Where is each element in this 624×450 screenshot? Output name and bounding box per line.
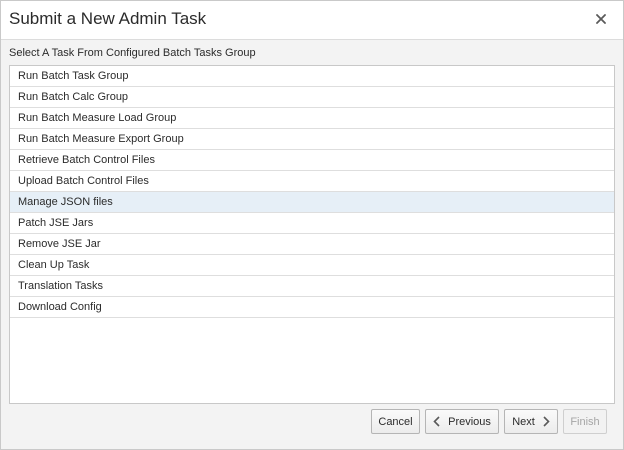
previous-button[interactable]: Previous: [425, 409, 499, 434]
task-list-item[interactable]: Patch JSE Jars: [10, 213, 614, 234]
finish-button-label: Finish: [570, 415, 600, 428]
task-list-item[interactable]: Translation Tasks: [10, 276, 614, 297]
task-list-item[interactable]: Run Batch Measure Load Group: [10, 108, 614, 129]
chevron-right-icon: [543, 416, 550, 427]
task-list[interactable]: Run Batch Task Group Run Batch Calc Group…: [9, 65, 615, 404]
task-list-item[interactable]: Upload Batch Control Files: [10, 171, 614, 192]
cancel-button-label: Cancel: [378, 415, 413, 428]
task-list-item[interactable]: Remove JSE Jar: [10, 234, 614, 255]
task-instruction: Select A Task From Configured Batch Task…: [9, 47, 256, 59]
next-button[interactable]: Next: [504, 409, 558, 434]
chevron-left-icon: [433, 416, 440, 427]
task-list-item[interactable]: Run Batch Calc Group: [10, 87, 614, 108]
task-list-item[interactable]: Retrieve Batch Control Files: [10, 150, 614, 171]
task-list-item[interactable]: Clean Up Task: [10, 255, 614, 276]
task-list-item[interactable]: Run Batch Task Group: [10, 66, 614, 87]
task-list-item[interactable]: Download Config: [10, 297, 614, 318]
close-icon[interactable]: [593, 11, 609, 27]
dialog-titlebar: Submit a New Admin Task: [1, 1, 623, 40]
previous-button-label: Previous: [448, 415, 491, 428]
task-list-item[interactable]: Run Batch Measure Export Group: [10, 129, 614, 150]
admin-task-dialog: Submit a New Admin Task Select A Task Fr…: [0, 0, 624, 450]
finish-button[interactable]: Finish: [563, 409, 607, 434]
task-list-item[interactable]: Manage JSON files: [10, 192, 614, 213]
cancel-button[interactable]: Cancel: [371, 409, 420, 434]
next-button-label: Next: [512, 415, 535, 428]
dialog-title: Submit a New Admin Task: [9, 9, 207, 28]
dialog-footer: Cancel Previous Next Finish: [371, 409, 607, 434]
